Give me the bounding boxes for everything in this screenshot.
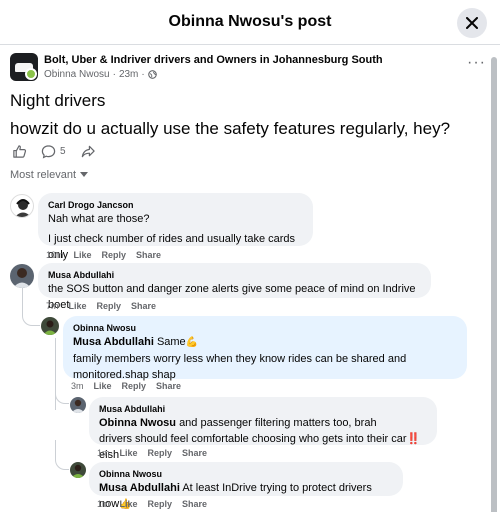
comment-text: family members worry less when they know…: [73, 353, 407, 365]
avatar-portrait-icon: [13, 268, 31, 288]
comment-text: Nah what are those?: [48, 213, 150, 225]
comment-reply-button[interactable]: Reply: [148, 499, 173, 509]
avatar[interactable]: [70, 397, 86, 413]
post-actions: 5: [12, 142, 96, 160]
post-meta: Obinna Nwosu · 23m ·: [44, 69, 157, 80]
mention-link[interactable]: Musa Abdullahi: [99, 482, 180, 494]
comment-actions: 10m Like Reply Share: [46, 250, 161, 260]
comment-share-button[interactable]: Share: [131, 301, 156, 311]
comment-reply-button[interactable]: Reply: [122, 381, 147, 391]
comment-author[interactable]: Obinna Nwosu: [73, 322, 457, 334]
thread-connector: [22, 296, 40, 326]
comment-count: 5: [60, 145, 66, 157]
share-icon: [81, 145, 95, 157]
comment-reply-button[interactable]: Reply: [148, 448, 173, 458]
author-mini-avatar: [25, 68, 37, 80]
dialog-header: Obinna Nwosu's post: [0, 0, 500, 45]
avatar[interactable]: [70, 462, 86, 478]
comment-text: Musa Abdullahi Same💪: [73, 336, 199, 348]
thread-connector: [55, 440, 69, 470]
avatar[interactable]: [41, 317, 59, 335]
comment-author[interactable]: Musa Abdullahi: [99, 403, 427, 415]
sort-dropdown[interactable]: Most relevant: [10, 169, 89, 181]
comment-reply-button[interactable]: Reply: [97, 301, 122, 311]
share-button[interactable]: [80, 144, 96, 159]
post-time[interactable]: 23m: [119, 69, 138, 80]
more-options-button[interactable]: ···: [467, 55, 486, 71]
comment-like-button[interactable]: Like: [69, 301, 87, 311]
comment-bubble: Musa Abdullahi the SOS button and danger…: [38, 263, 431, 311]
avatar-portrait-icon: [71, 464, 85, 478]
flexed-biceps-icon: 💪: [185, 337, 199, 348]
comment-time[interactable]: 1m: [97, 499, 110, 509]
double-exclamation-icon: ‼️: [406, 433, 421, 445]
comment-like-button[interactable]: Like: [120, 499, 138, 509]
globe-icon: [147, 70, 157, 79]
comment-actions: 7m Like Reply Share: [46, 301, 156, 311]
comment-like-button[interactable]: Like: [120, 448, 138, 458]
comment-icon: [41, 144, 56, 158]
comment-time[interactable]: 7m: [46, 301, 59, 311]
comment-actions: 3m Like Reply Share: [71, 381, 181, 391]
avatar-portrait-icon: [43, 320, 57, 335]
like-button[interactable]: [12, 144, 27, 159]
comment-author[interactable]: Musa Abdullahi: [48, 269, 421, 281]
comment-bubble: Musa Abdullahi Obinna Nwosu and passenge…: [89, 397, 437, 461]
close-button[interactable]: [457, 8, 487, 38]
comment-share-button[interactable]: Share: [182, 499, 207, 509]
comment-text: drivers should feel comfortable choosing…: [99, 433, 421, 461]
comment-time[interactable]: 3m: [71, 381, 84, 391]
post-author-link[interactable]: Obinna Nwosu: [44, 69, 110, 80]
comment-share-button[interactable]: Share: [156, 381, 181, 391]
mention-link[interactable]: Obinna Nwosu: [99, 417, 176, 429]
dialog-title: Obinna Nwosu's post: [168, 13, 332, 30]
scrollbar[interactable]: [490, 47, 498, 512]
comment-bubble: Obinna Nwosu Musa Abdullahi At least InD…: [89, 462, 403, 510]
comment-share-button[interactable]: Share: [182, 448, 207, 458]
close-icon: [466, 17, 478, 29]
avatar-portrait-icon: [71, 399, 85, 413]
caret-down-icon: [80, 172, 89, 177]
comment-text: Obinna Nwosu and passenger filtering mat…: [99, 417, 377, 429]
comment-like-button[interactable]: Like: [74, 250, 92, 260]
comment-time[interactable]: 1m: [97, 448, 110, 458]
comment-like-button[interactable]: Like: [94, 381, 112, 391]
comment-reply-button[interactable]: Reply: [102, 250, 127, 260]
avatar[interactable]: [10, 264, 34, 288]
comment-author[interactable]: Carl Drogo Jancson: [48, 199, 303, 211]
mention-link[interactable]: Musa Abdullahi: [73, 336, 154, 348]
comment-actions: 1m Like Reply Share: [97, 499, 207, 509]
comment-time[interactable]: 10m: [46, 250, 64, 260]
scrollbar-thumb[interactable]: [491, 57, 497, 512]
comment-share-button[interactable]: Share: [136, 250, 161, 260]
post-body: howzit do u actually use the safety feat…: [10, 119, 451, 138]
comment-bubble: Obinna Nwosu Musa Abdullahi Same💪 family…: [63, 316, 467, 381]
avatar[interactable]: [10, 194, 34, 218]
comment-bubble: Carl Drogo Jancson Nah what are those? I…: [38, 193, 313, 261]
comment-button[interactable]: 5: [41, 144, 66, 159]
group-name-link[interactable]: Bolt, Uber & Indriver drivers and Owners…: [44, 54, 383, 66]
avatar-portrait-icon: [14, 199, 32, 217]
thumbs-up-icon: [13, 144, 27, 158]
post-title: Night drivers: [10, 91, 106, 110]
group-avatar[interactable]: [10, 53, 38, 81]
comment-actions: 1m Like Reply Share: [97, 448, 207, 458]
thread-connector: [55, 380, 69, 404]
comment-author[interactable]: Obinna Nwosu: [99, 468, 393, 480]
